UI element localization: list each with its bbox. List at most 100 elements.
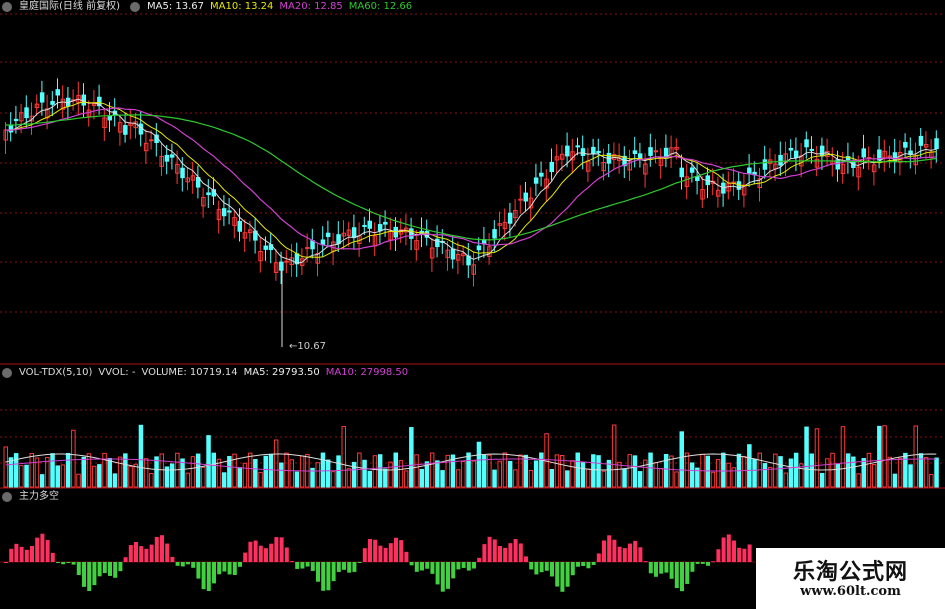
volume-bar (76, 473, 81, 488)
indicator-bar (680, 562, 684, 592)
volume-bar (476, 441, 482, 488)
volume-bar (601, 470, 606, 488)
volume-bar (242, 462, 248, 488)
indicator-bar (524, 556, 528, 562)
indicator-settings-icon[interactable] (129, 2, 140, 12)
candle-body (206, 192, 211, 196)
indicator-bar (45, 540, 50, 562)
indicator-bar (472, 562, 476, 569)
volume-bar (221, 472, 227, 488)
volume-bar (689, 462, 695, 488)
indicator-bar (482, 544, 487, 562)
indicator-bar (513, 539, 518, 562)
volume-bar (346, 468, 352, 488)
candle-body (227, 210, 232, 213)
volume-bar (539, 452, 544, 488)
volume-bar (268, 453, 274, 488)
indicator-bar (669, 562, 674, 579)
indicator-bar (633, 540, 638, 562)
volume-bar (91, 465, 97, 488)
stock-chart[interactable] (0, 0, 945, 609)
indicator-bar (113, 562, 118, 578)
volume-bar (455, 469, 461, 488)
indicator-panel-settings-icon[interactable] (2, 492, 12, 502)
indicator-bar (409, 562, 414, 566)
volume-bar (929, 474, 934, 488)
volume-bar (8, 457, 14, 488)
volume-bar (715, 459, 721, 488)
indicator-bar (253, 540, 258, 562)
indicator-bar (518, 543, 523, 562)
indicator-bar (664, 562, 669, 573)
volume-bar (55, 465, 60, 488)
ma20-line (5, 107, 937, 250)
candle-body (81, 94, 86, 106)
indicator-bar (451, 562, 456, 579)
volume-bar (263, 455, 268, 488)
volume-bar (892, 473, 898, 488)
settings-icon[interactable] (2, 2, 12, 12)
indicator-bar (24, 549, 29, 562)
indicator-bar (420, 562, 424, 571)
indicator-bar (414, 562, 419, 572)
watermark-title: 乐淘公式网 (792, 559, 908, 585)
candle-body (648, 147, 653, 156)
indicator-bar (108, 562, 112, 576)
volume-bar (159, 453, 164, 488)
volume-bar (3, 446, 8, 488)
candle-body (435, 238, 440, 248)
candle-body (788, 147, 794, 151)
volume-bar (741, 455, 747, 488)
volume-bar (908, 464, 913, 488)
indicator-bar (269, 543, 274, 562)
indicator-bar (175, 562, 180, 566)
indicator-bar (425, 562, 430, 569)
indicator-bar (539, 562, 544, 573)
volume-bar (247, 452, 253, 488)
volume-bar (705, 455, 710, 488)
candle-body (149, 139, 154, 142)
indicator-bar (160, 535, 164, 562)
volume-bar (523, 454, 528, 488)
volume-bar (253, 458, 258, 488)
indicator-bar (71, 562, 76, 565)
candle-body (13, 118, 19, 122)
volume-bar (533, 460, 539, 488)
volume-bar (658, 467, 664, 488)
volume-bar (809, 453, 814, 488)
volume-bar (544, 433, 549, 488)
volume-bar (903, 452, 908, 488)
candle-body (263, 245, 268, 250)
volume-bar (466, 452, 471, 488)
indicator-bar (321, 562, 326, 591)
candle-body (533, 177, 539, 184)
indicator-bar (555, 562, 560, 587)
indicator-bar (362, 548, 367, 562)
indicator-bar (222, 562, 227, 572)
candle-body (450, 248, 456, 260)
low-price-label: ←10.67 (289, 341, 326, 352)
candle-body (107, 115, 112, 121)
indicator-bar (674, 562, 679, 589)
indicator-bar (435, 562, 440, 585)
volume-settings-icon[interactable] (2, 368, 12, 378)
volume-ma10-label: MA10: 27998.50 (325, 367, 409, 378)
candle-body (492, 229, 497, 239)
indicator-bar (368, 539, 372, 562)
candle-body (164, 154, 170, 162)
volume-bar (814, 428, 820, 488)
volume-bar (762, 463, 768, 488)
volume-bar (528, 469, 534, 488)
volume-bar (97, 464, 102, 488)
indicator-bar (373, 539, 378, 562)
volume-bar (331, 471, 336, 488)
indicator-bar (726, 534, 731, 562)
indicator-bar (456, 562, 461, 570)
volume-bar (149, 473, 154, 488)
volume-bar (398, 460, 404, 488)
volume-bar (752, 458, 757, 488)
candle-body (39, 92, 45, 103)
indicator-bar (165, 543, 170, 562)
volume-bar (643, 459, 648, 488)
indicator-bar (498, 546, 502, 562)
